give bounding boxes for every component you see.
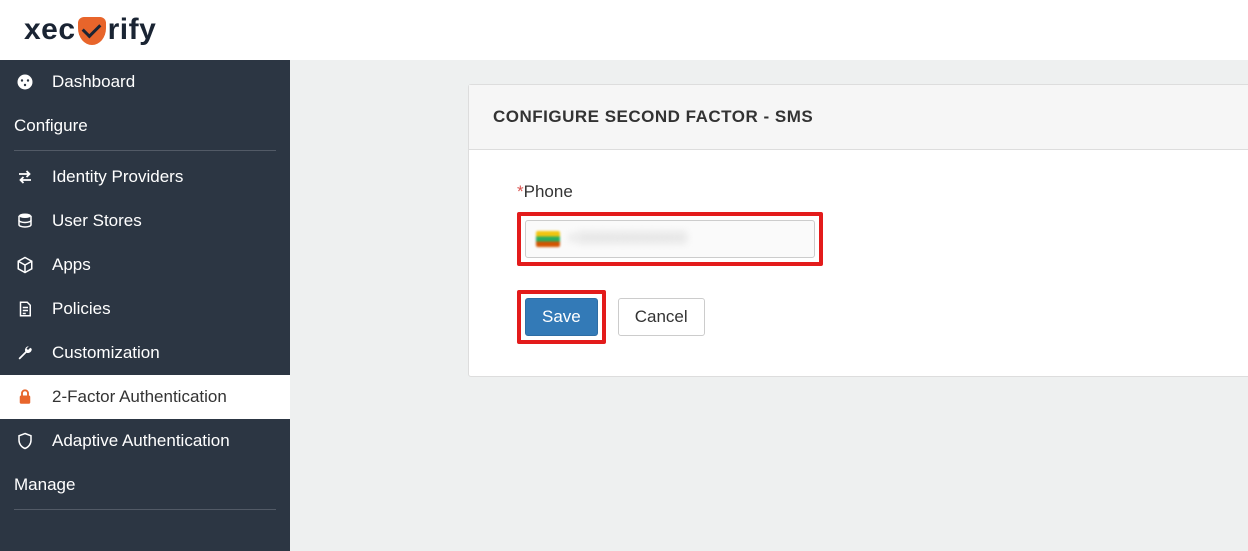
cube-icon — [14, 256, 36, 274]
dashboard-icon — [14, 73, 36, 91]
sidebar-section-configure[interactable]: Configure — [0, 104, 290, 148]
sidebar-item-label: 2-Factor Authentication — [52, 387, 227, 407]
app-header: xec rify — [0, 0, 1248, 60]
sidebar-item-adaptive-auth[interactable]: Adaptive Authentication — [0, 419, 290, 463]
lock-icon — [14, 388, 36, 406]
phone-label: Phone — [524, 182, 573, 201]
sidebar-item-label: Apps — [52, 255, 91, 275]
phone-input[interactable]: +00000000000 — [525, 220, 815, 258]
required-mark: * — [517, 182, 524, 201]
sidebar-section-label: Manage — [14, 475, 75, 494]
phone-label-row: *Phone — [517, 182, 1209, 202]
shield-icon — [14, 432, 36, 450]
transfer-icon — [14, 168, 36, 186]
database-icon — [14, 212, 36, 230]
config-card: CONFIGURE SECOND FACTOR - SMS *Phone +00… — [468, 84, 1248, 377]
sidebar: Dashboard Configure Identity Providers U… — [0, 60, 290, 551]
sidebar-item-dashboard[interactable]: Dashboard — [0, 60, 290, 104]
brand-logo: xec rify — [24, 13, 156, 47]
sidebar-item-label: Customization — [52, 343, 160, 363]
card-heading: CONFIGURE SECOND FACTOR - SMS — [469, 85, 1248, 150]
policy-icon — [14, 300, 36, 318]
button-row: Save Cancel — [517, 290, 1209, 344]
sidebar-item-apps[interactable]: Apps — [0, 243, 290, 287]
phone-input-highlight: +00000000000 — [517, 212, 823, 266]
card-body: *Phone +00000000000 Save Cancel — [469, 150, 1248, 376]
brand-text-post: rify — [108, 13, 157, 47]
sidebar-item-2fa[interactable]: 2-Factor Authentication — [0, 375, 290, 419]
brand-text-pre: xec — [24, 13, 76, 47]
shield-check-icon — [78, 17, 106, 45]
sidebar-item-policies[interactable]: Policies — [0, 287, 290, 331]
phone-value-masked: +00000000000 — [568, 230, 687, 248]
sidebar-divider — [14, 509, 276, 510]
save-button[interactable]: Save — [525, 298, 598, 336]
wrench-icon — [14, 344, 36, 362]
sidebar-item-user-stores[interactable]: User Stores — [0, 199, 290, 243]
sidebar-divider — [14, 150, 276, 151]
sidebar-item-label: User Stores — [52, 211, 142, 231]
cancel-button[interactable]: Cancel — [618, 298, 705, 336]
sidebar-item-label: Adaptive Authentication — [52, 431, 230, 451]
save-button-highlight: Save — [517, 290, 606, 344]
sidebar-item-label: Policies — [52, 299, 111, 319]
sidebar-item-identity-providers[interactable]: Identity Providers — [0, 155, 290, 199]
country-flag-icon — [536, 231, 560, 247]
sidebar-section-label: Configure — [14, 116, 88, 135]
main-content: CONFIGURE SECOND FACTOR - SMS *Phone +00… — [290, 60, 1248, 551]
sidebar-item-label: Dashboard — [52, 72, 135, 92]
sidebar-section-manage[interactable]: Manage — [0, 463, 290, 507]
sidebar-item-label: Identity Providers — [52, 167, 183, 187]
sidebar-item-customization[interactable]: Customization — [0, 331, 290, 375]
